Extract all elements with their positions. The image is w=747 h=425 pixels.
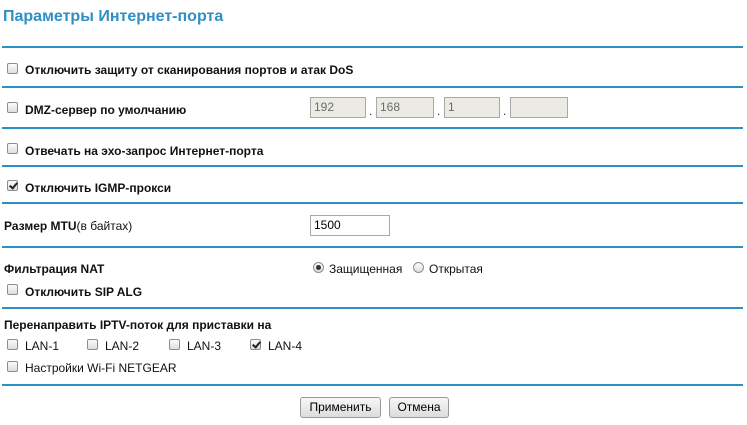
- iptv-lan2-label: LAN-2: [105, 339, 140, 353]
- cancel-button[interactable]: Отмена: [389, 397, 449, 418]
- dmz-label: DMZ-сервер по умолчанию: [25, 103, 187, 117]
- iptv-lan1-label: LAN-1: [25, 339, 60, 353]
- port-scan-checkbox[interactable]: [7, 63, 18, 74]
- separator: [2, 165, 743, 167]
- nat-filtering-label: Фильтрация NAT: [4, 262, 105, 276]
- internet-port-settings-page: Параметры Интернет-порта Отключить защит…: [0, 0, 747, 425]
- iptv-lan4-label: LAN-4: [268, 339, 303, 353]
- page-title: Параметры Интернет-порта: [3, 8, 224, 25]
- ip-separator: .: [369, 104, 373, 118]
- iptv-lan4-checkbox[interactable]: [250, 339, 261, 350]
- wifi-settings-checkbox[interactable]: [7, 361, 18, 372]
- separator: [2, 46, 743, 48]
- mtu-input[interactable]: 1500: [310, 215, 390, 236]
- ip-separator: .: [437, 104, 441, 118]
- apply-button[interactable]: Применить: [300, 397, 381, 418]
- port-scan-label: Отключить защиту от сканирования портов …: [25, 63, 354, 77]
- separator: [2, 127, 743, 129]
- iptv-lan2-checkbox[interactable]: [87, 339, 98, 350]
- nat-open-radio[interactable]: [413, 262, 424, 273]
- igmp-proxy-label: Отключить IGMP-прокси: [25, 181, 172, 195]
- ip-separator: .: [503, 104, 507, 118]
- iptv-lan3-checkbox[interactable]: [169, 339, 180, 350]
- dmz-ip-octet-3[interactable]: 1: [444, 97, 500, 118]
- dmz-ip-octet-1[interactable]: 192: [310, 97, 366, 118]
- separator: [2, 202, 743, 204]
- mtu-unit: (в байтах): [76, 219, 133, 233]
- separator: [2, 384, 743, 386]
- iptv-lan1-checkbox[interactable]: [7, 339, 18, 350]
- separator: [2, 246, 743, 248]
- mtu-label: Размер MTU: [4, 219, 77, 233]
- mtu-label-row: Размер MTU(в байтах): [4, 219, 132, 233]
- iptv-lan3-label: LAN-3: [187, 339, 222, 353]
- nat-secured-radio[interactable]: [313, 262, 324, 273]
- nat-secured-label: Защищенная: [329, 262, 403, 276]
- separator: [2, 307, 743, 309]
- sip-alg-label: Отключить SIP ALG: [25, 285, 143, 299]
- nat-open-label: Открытая: [429, 262, 483, 276]
- ping-response-label: Отвечать на эхо-запрос Интернет-порта: [25, 144, 264, 158]
- dmz-ip-octet-4[interactable]: [510, 97, 568, 118]
- dmz-checkbox[interactable]: [7, 102, 18, 113]
- separator: [2, 86, 743, 88]
- dmz-ip-octet-2[interactable]: 168: [376, 97, 434, 118]
- ping-response-checkbox[interactable]: [7, 143, 18, 154]
- sip-alg-checkbox[interactable]: [7, 284, 18, 295]
- wifi-settings-label: Настройки Wi-Fi NETGEAR: [25, 361, 177, 375]
- iptv-label: Перенаправить IPTV-поток для приставки н…: [4, 318, 272, 332]
- igmp-proxy-checkbox[interactable]: [7, 180, 18, 191]
